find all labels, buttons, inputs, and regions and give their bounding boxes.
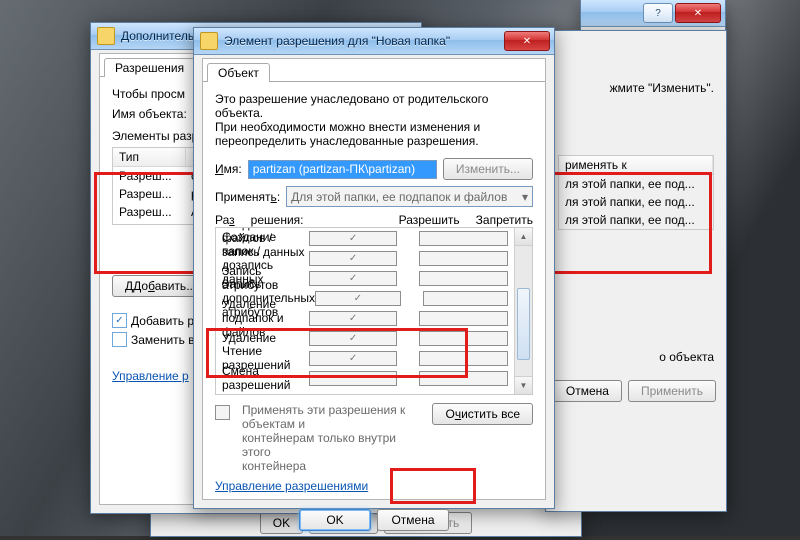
deny-checkbox[interactable]: [419, 231, 508, 246]
deny-checkbox[interactable]: [419, 351, 508, 366]
column-applyto: рименять к: [559, 156, 713, 174]
hint-text: жмите "Изменить".: [558, 81, 714, 95]
deny-checkbox[interactable]: [419, 271, 508, 286]
chevron-down-icon: ▾: [522, 190, 528, 204]
middle-dialog-right-strip: жмите "Изменить". рименять к ля этой пап…: [545, 30, 727, 512]
close-button[interactable]: ✕: [504, 31, 550, 51]
apply-within-label: Применять эти разрешения к объектам и ко…: [242, 403, 426, 473]
apply-within-checkbox[interactable]: [215, 405, 230, 420]
ok-button[interactable]: OK: [299, 509, 371, 531]
explain-line: переопределить унаследованные разрешения…: [215, 134, 533, 148]
allow-checkbox[interactable]: [309, 251, 398, 266]
scroll-down-button[interactable]: ▼: [515, 376, 532, 394]
name-label: Имя:: [215, 162, 242, 176]
perm-label: Разрешения:: [215, 213, 399, 227]
cancel-button[interactable]: Отмена: [553, 380, 622, 402]
help-button[interactable]: ?: [643, 3, 673, 23]
checkbox-add-label: Добавить р: [131, 314, 194, 328]
scrollbar[interactable]: ▲ ▼: [514, 228, 532, 394]
cancel-button[interactable]: Отмена: [377, 509, 449, 531]
scroll-up-button[interactable]: ▲: [515, 228, 532, 246]
deny-checkbox[interactable]: [423, 291, 508, 306]
tab-object[interactable]: Объект: [207, 63, 270, 82]
scroll-thumb[interactable]: [517, 288, 530, 360]
checkbox-add[interactable]: [112, 313, 127, 328]
list-cell: ля этой папки, ее под...: [559, 193, 701, 211]
clear-all-button[interactable]: Очистить все: [432, 403, 533, 425]
name-label: Имя объекта:: [112, 107, 187, 121]
permission-name: Удаление: [222, 331, 309, 345]
list-cell: ля этой папки, ее под...: [559, 175, 701, 193]
manage-permissions-link[interactable]: Управление разрешениями: [215, 479, 368, 493]
explain-line: Это разрешение унаследовано от родительс…: [215, 92, 533, 120]
applyto-dropdown[interactable]: Для этой папки, ее подпапок и файлов ▾: [286, 186, 533, 207]
checkbox-replace[interactable]: [112, 332, 127, 347]
list-cell: ля этой папки, ее под...: [559, 211, 701, 229]
close-button[interactable]: ✕: [675, 3, 721, 23]
allow-checkbox[interactable]: [315, 291, 400, 306]
deny-checkbox[interactable]: [419, 371, 508, 386]
allow-checkbox[interactable]: [309, 371, 398, 386]
permissions-listbox[interactable]: Создание файлов / запись данныхСоздание …: [215, 227, 533, 395]
window-title: Элемент разрешения для "Новая папка": [224, 34, 504, 48]
applyto-label: Применять:: [215, 190, 280, 204]
allow-checkbox[interactable]: [309, 351, 398, 366]
col-deny: Запретить: [476, 213, 533, 227]
manage-permissions-link[interactable]: Управление р: [112, 369, 189, 383]
folder-icon: [200, 32, 218, 50]
tab-permissions[interactable]: Разрешения: [104, 58, 195, 77]
permission-entry-dialog: Элемент разрешения для "Новая папка" ✕ О…: [193, 27, 555, 509]
explain-line: При необходимости можно внести изменения…: [215, 120, 533, 134]
add-button[interactable]: ДДобавить..Добавить..: [112, 275, 206, 297]
folder-icon: [97, 27, 115, 45]
deny-checkbox[interactable]: [419, 331, 508, 346]
object-suffix: о объекта: [558, 350, 714, 364]
name-input[interactable]: partizan (partizan-ПК\partizan): [248, 160, 437, 179]
apply-button[interactable]: Применить: [628, 380, 716, 402]
allow-checkbox[interactable]: [309, 331, 398, 346]
deny-checkbox[interactable]: [419, 311, 508, 326]
allow-checkbox[interactable]: [309, 231, 398, 246]
permission-row: Смена разрешений: [216, 368, 532, 388]
allow-checkbox[interactable]: [309, 271, 398, 286]
change-button[interactable]: Изменить...: [443, 158, 533, 180]
deny-checkbox[interactable]: [419, 251, 508, 266]
permission-name: Смена разрешений: [222, 364, 309, 392]
col-type: Тип: [113, 148, 186, 166]
checkbox-replace-label: Заменить вс: [131, 333, 201, 347]
allow-checkbox[interactable]: [309, 311, 398, 326]
permission-row: Удаление подпапок и файлов: [216, 308, 532, 328]
col-allow: Разрешить: [399, 213, 476, 227]
